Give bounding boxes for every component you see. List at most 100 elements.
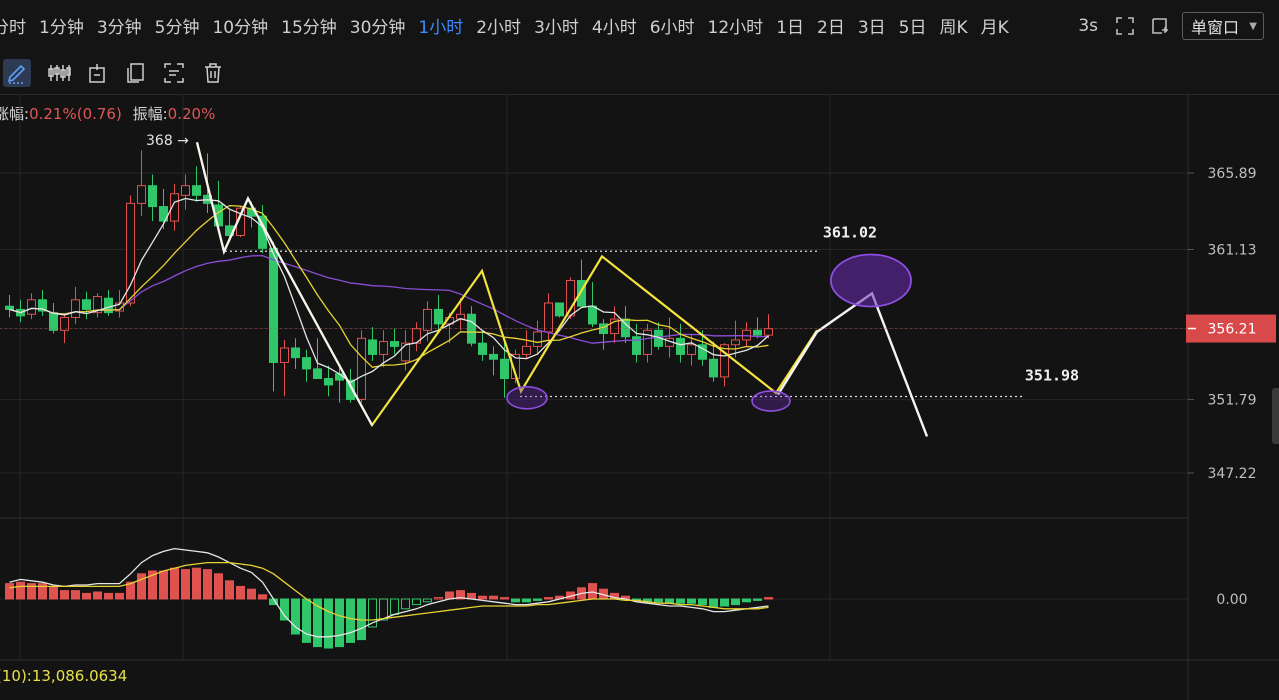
candle <box>302 349 311 382</box>
candle-body <box>709 358 718 378</box>
candle-body <box>368 339 377 355</box>
candle <box>742 322 751 347</box>
candle <box>71 286 80 324</box>
macd-bar <box>742 598 751 603</box>
macd-bar <box>676 598 685 604</box>
candle-body <box>434 308 443 325</box>
macd-bar <box>753 598 762 601</box>
candle <box>93 293 102 318</box>
bottom-ellipse-left <box>506 385 548 410</box>
candle-body <box>148 185 157 208</box>
candle-body <box>291 347 300 359</box>
target-ellipse <box>830 253 912 308</box>
macd-bar <box>214 573 223 600</box>
macd-bar <box>324 598 333 649</box>
macd-bar <box>49 585 58 600</box>
candle-body <box>82 299 91 310</box>
macd-bar <box>159 570 168 600</box>
candle <box>522 330 531 360</box>
candle <box>654 322 663 350</box>
candle-body <box>126 202 135 304</box>
candle-body <box>687 344 696 355</box>
candle-body <box>5 305 14 310</box>
candle <box>291 338 300 369</box>
candle-body <box>731 339 740 346</box>
candle <box>610 306 619 344</box>
indicator-value-label: (10):13,086.0634 <box>0 667 128 685</box>
price-tick-label: 365.89 <box>1208 166 1257 182</box>
candle <box>38 290 47 316</box>
candle <box>764 314 773 339</box>
candle <box>456 298 465 331</box>
candle <box>489 346 498 376</box>
candle-body <box>269 247 278 363</box>
macd-bar <box>423 598 432 603</box>
candle <box>368 327 377 361</box>
candle <box>555 302 564 318</box>
candle-body <box>302 357 311 370</box>
candle <box>599 319 608 350</box>
candle-body <box>357 337 366 400</box>
macd-bar <box>544 597 553 600</box>
macd-bar <box>764 597 773 600</box>
macd-bar <box>390 598 399 615</box>
candle-body <box>324 378 333 386</box>
candle <box>313 338 322 380</box>
macd-bar <box>82 592 91 600</box>
candle <box>753 317 762 339</box>
candle-body <box>588 305 597 325</box>
macd-bar <box>434 597 443 600</box>
candle <box>533 320 542 355</box>
candle <box>390 328 399 355</box>
macd-dea-line <box>9 561 769 621</box>
macd-bar <box>500 597 509 600</box>
candle-body <box>401 342 410 362</box>
macd-bar <box>687 598 696 604</box>
candle-body <box>676 337 685 355</box>
macd-bar <box>720 598 729 607</box>
macd-bar <box>698 598 707 606</box>
candle <box>192 166 201 202</box>
macd-bar <box>93 591 102 600</box>
macd-bar <box>412 598 421 606</box>
macd-bar <box>522 598 531 603</box>
macd-bar <box>731 598 740 606</box>
scroll-handle[interactable] <box>1272 388 1279 444</box>
candle-body <box>137 185 146 204</box>
candle <box>434 294 443 331</box>
candle-body <box>555 302 564 317</box>
candle-body <box>533 331 542 347</box>
candle-body <box>313 368 322 380</box>
macd-bar <box>335 598 344 648</box>
candle-body <box>390 341 399 347</box>
macd-bar <box>302 598 311 643</box>
macd-bar <box>104 592 113 600</box>
price-tick-label: 351.79 <box>1208 393 1257 409</box>
candle-body <box>500 358 509 380</box>
current-price-label: 356.21 <box>1208 322 1257 338</box>
candle-body <box>280 347 289 363</box>
candle <box>137 150 146 217</box>
macd-bar <box>181 569 190 600</box>
candle <box>357 330 366 403</box>
candle-body <box>764 328 773 336</box>
candle-body <box>192 185 201 196</box>
candle <box>280 339 289 397</box>
candle-body <box>181 185 190 196</box>
macd-bar <box>203 569 212 600</box>
resistance-label: 361.02 <box>823 223 877 241</box>
macd-bar <box>137 573 146 600</box>
candle <box>588 282 597 328</box>
candle <box>643 323 652 363</box>
candle <box>676 323 685 363</box>
macd-bar <box>445 591 454 600</box>
candle <box>709 341 718 382</box>
macd-bar <box>192 567 201 600</box>
candle <box>5 294 14 318</box>
macd-bar <box>16 581 25 600</box>
candle-body <box>489 353 498 360</box>
candle-body <box>379 341 388 355</box>
candle <box>665 317 674 358</box>
macd-bar <box>533 598 542 601</box>
candlestick-chart[interactable]: 365.89 361.13 351.79 347.22 0.00 361.02 351.98… <box>0 0 1279 700</box>
